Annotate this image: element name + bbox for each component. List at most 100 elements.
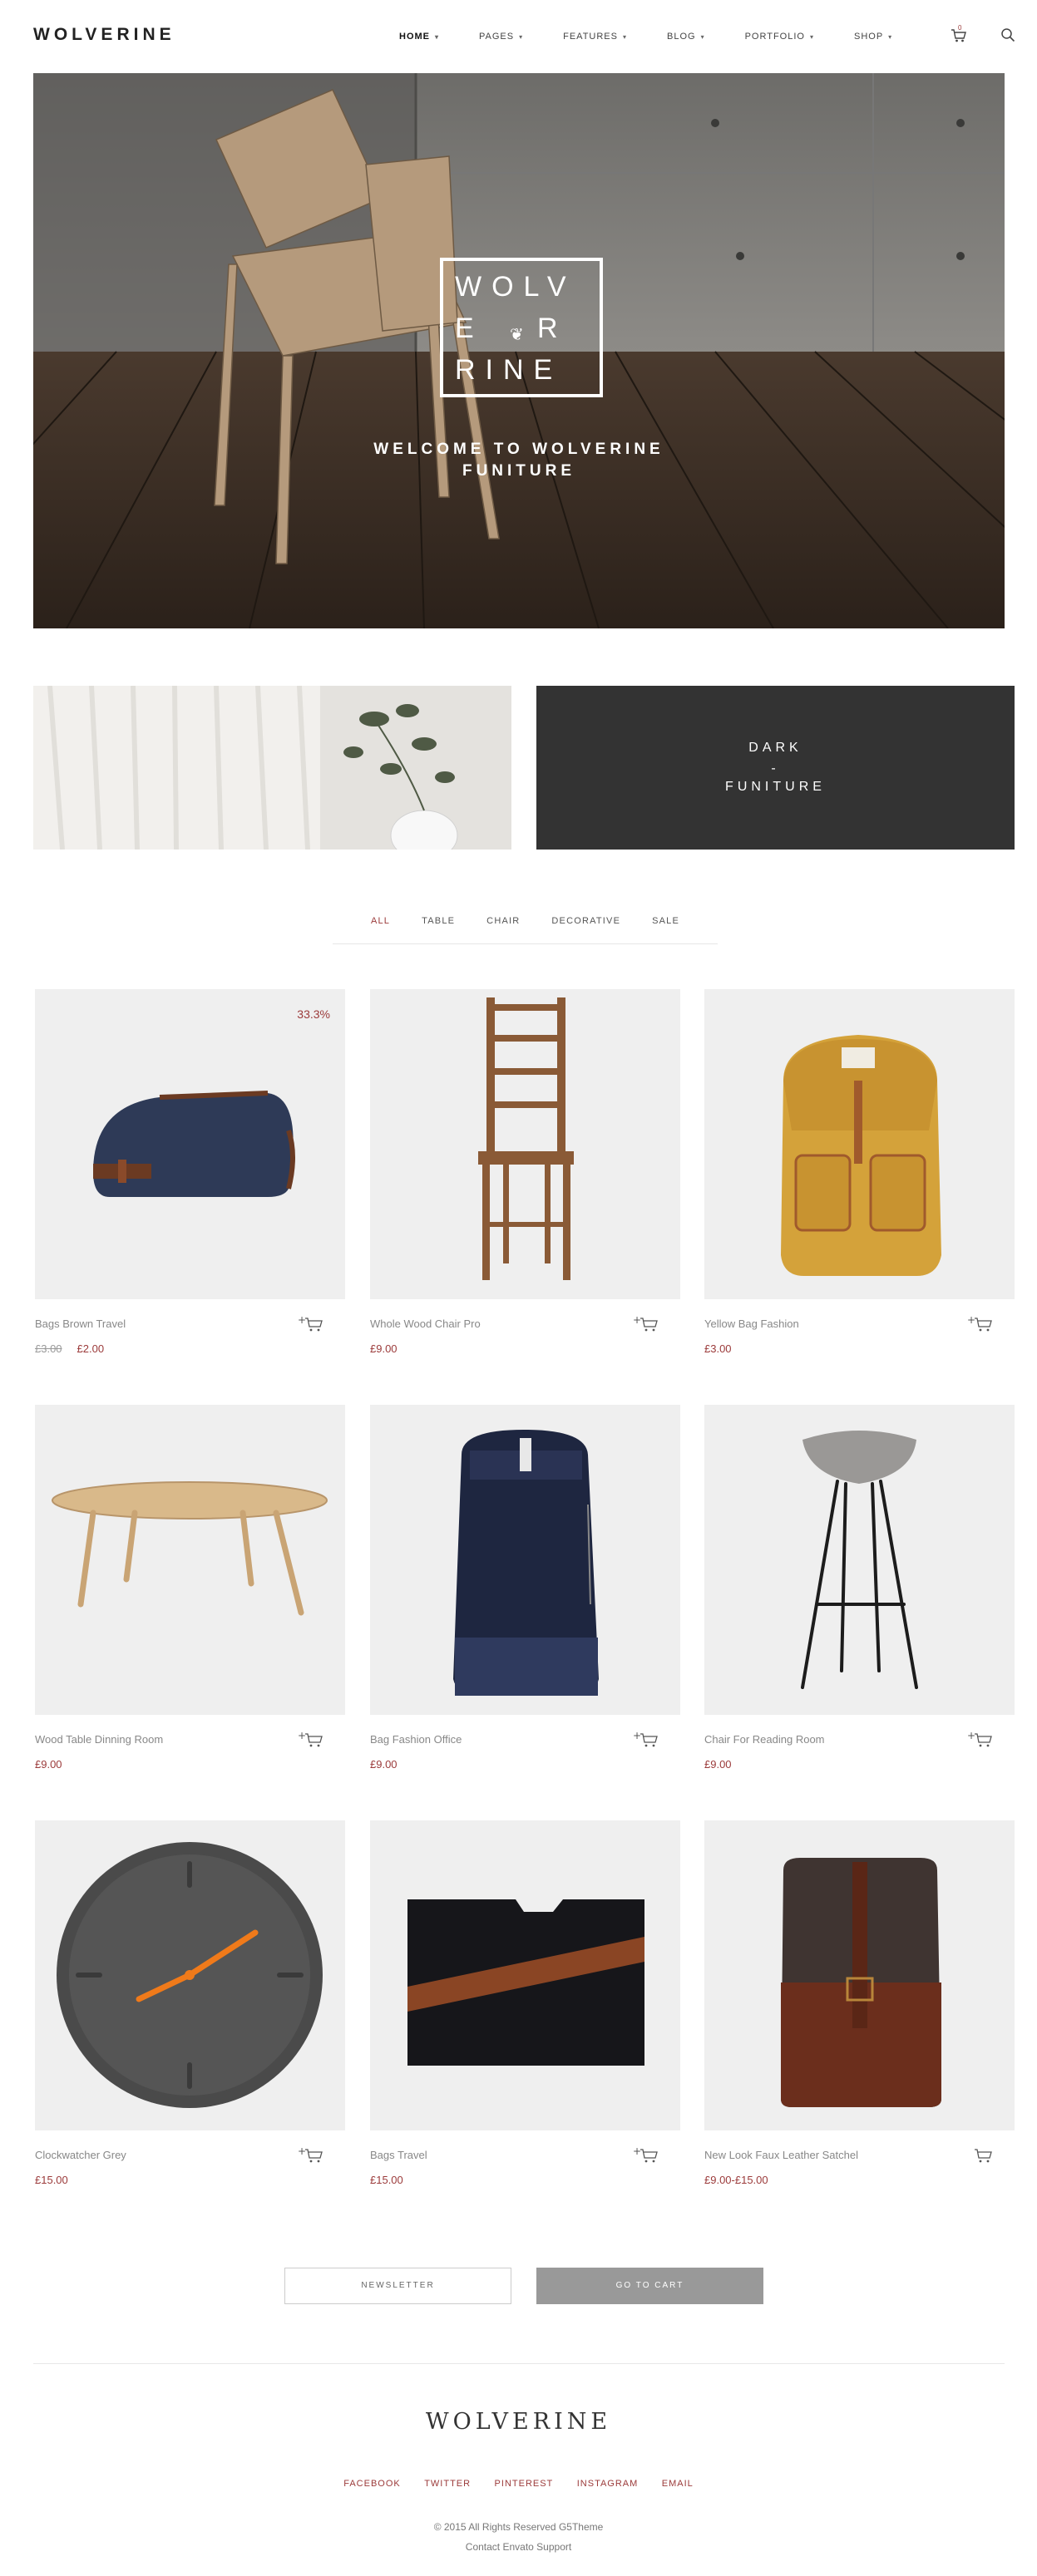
product-image[interactable]: [370, 1405, 680, 1715]
product-card[interactable]: Bag Fashion Office + £9.00: [370, 1405, 680, 1787]
curtain-plant-image: [33, 686, 511, 850]
nav-item-features[interactable]: FEATURES ▾: [563, 30, 627, 43]
banner-dark-funiture[interactable]: DARK - FUNITURE: [536, 686, 1015, 850]
product-name[interactable]: Bag Fashion Office: [370, 1733, 462, 1746]
chevron-down-icon: ▾: [435, 32, 440, 41]
product-name[interactable]: Whole Wood Chair Pro: [370, 1318, 481, 1330]
social-link-instagram[interactable]: INSTAGRAM: [577, 2479, 639, 2489]
product-image[interactable]: [704, 1405, 1015, 1715]
product-card[interactable]: Clockwatcher Grey + £15.00: [35, 1820, 345, 2203]
svg-text:+: +: [633, 1314, 641, 1326]
social-link-pinterest[interactable]: PINTEREST: [495, 2479, 554, 2489]
newsletter-button[interactable]: NEWSLETTER: [284, 2268, 511, 2304]
product-image[interactable]: [370, 989, 680, 1299]
product-name[interactable]: Chair For Reading Room: [704, 1733, 825, 1746]
nav-item-portfolio[interactable]: PORTFOLIO ▾: [745, 30, 814, 43]
nav-item-blog[interactable]: BLOG ▾: [667, 30, 705, 43]
cart-icon[interactable]: [951, 28, 967, 43]
product-name[interactable]: Bags Brown Travel: [35, 1318, 126, 1330]
leather-satchel-image: [704, 1820, 1015, 2130]
filter-chair[interactable]: CHAIR: [486, 913, 520, 943]
product-name[interactable]: Bags Travel: [370, 2149, 427, 2161]
product-name[interactable]: New Look Faux Leather Satchel: [704, 2149, 858, 2161]
product-price: £15.00: [370, 2174, 403, 2186]
social-link-facebook[interactable]: FACEBOOK: [343, 2479, 401, 2489]
product-price: £9.00: [370, 1758, 398, 1771]
svg-text:+: +: [633, 2145, 641, 2157]
filter-decorative[interactable]: DECORATIVE: [551, 913, 620, 943]
svg-text:+: +: [298, 1730, 306, 1741]
add-to-cart-icon[interactable]: +: [633, 1729, 659, 1749]
banner-decor-image[interactable]: [33, 686, 511, 850]
go-to-cart-button[interactable]: GO TO CART: [536, 2268, 763, 2304]
product-name[interactable]: Yellow Bag Fashion: [704, 1318, 799, 1330]
nav-item-shop[interactable]: SHOP ▾: [854, 30, 892, 43]
site-header: WOLVERINE HOME ▾ PAGES ▾ FEATURES ▾ BLOG ▾ P…: [0, 0, 1037, 73]
product-card[interactable]: Wood Table Dinning Room + £9.00: [35, 1405, 345, 1787]
sale-badge: 33.3%: [297, 1007, 330, 1021]
social-links: FACEBOOK TWITTER PINTEREST INSTAGRAM EMA…: [0, 2475, 1037, 2490]
hero-banner: WOLV E R ❦ RINE WELCOME TO WOLVERINE FUN…: [33, 73, 1005, 628]
chevron-down-icon: ▾: [888, 32, 893, 41]
product-price: £15.00: [35, 2174, 68, 2186]
product-filter-tabs: ALL TABLE CHAIR DECORATIVE SALE: [333, 913, 718, 944]
nav-item-home[interactable]: HOME ▾: [399, 30, 439, 43]
footer-divider: [33, 2363, 1005, 2364]
banner-dark-separator: -: [771, 761, 780, 776]
social-link-twitter[interactable]: TWITTER: [424, 2479, 471, 2489]
nav-item-pages[interactable]: PAGES ▾: [479, 30, 523, 43]
footer-logo[interactable]: WOLVERINE: [0, 2409, 1037, 2435]
product-price: £3.00: [704, 1342, 732, 1355]
chevron-down-icon: ▾: [622, 32, 627, 41]
add-to-cart-icon[interactable]: +: [967, 1313, 994, 1333]
old-price: £3.00: [35, 1342, 62, 1355]
product-price: £9.00: [35, 1758, 62, 1771]
wall-clock-image: [35, 1820, 345, 2130]
social-link-email[interactable]: EMAIL: [662, 2479, 694, 2489]
current-price: £2.00: [77, 1342, 105, 1355]
product-card[interactable]: Yellow Bag Fashion + £3.00: [704, 989, 1015, 1372]
product-image[interactable]: [370, 1820, 680, 2130]
filter-table[interactable]: TABLE: [422, 913, 455, 943]
cart-icon[interactable]: [967, 2145, 994, 2165]
chevron-down-icon: ▾: [700, 32, 705, 41]
yellow-backpack-image: [704, 989, 1015, 1299]
search-icon[interactable]: [1000, 27, 1015, 42]
product-image[interactable]: [704, 989, 1015, 1299]
product-card[interactable]: Bags Travel + £15.00: [370, 1820, 680, 2203]
filter-all[interactable]: ALL: [371, 913, 390, 943]
filter-sale[interactable]: SALE: [652, 913, 679, 943]
svg-text:+: +: [967, 1314, 975, 1326]
banner-dark-line2: FUNITURE: [725, 780, 826, 794]
hero-logo: WOLV E R ❦ RINE: [440, 258, 603, 397]
wood-table-image: [35, 1405, 345, 1715]
product-image[interactable]: [35, 1405, 345, 1715]
hero-welcome-line1: WELCOME TO WOLVERINE: [373, 441, 664, 458]
add-to-cart-icon[interactable]: +: [633, 2145, 659, 2165]
product-card[interactable]: Chair For Reading Room + £9.00: [704, 1405, 1015, 1787]
product-card[interactable]: 33.3% Bags Brown Travel + £3.00 £2.00: [35, 989, 345, 1372]
add-to-cart-icon[interactable]: +: [298, 1729, 324, 1749]
svg-text:+: +: [967, 1730, 975, 1741]
site-logo[interactable]: WOLVERINE: [33, 25, 175, 45]
product-price: £9.00: [704, 1758, 732, 1771]
chevron-down-icon: ▾: [809, 32, 814, 41]
navy-backpack-image: [370, 1405, 680, 1715]
product-image[interactable]: [35, 1820, 345, 2130]
product-name[interactable]: Clockwatcher Grey: [35, 2149, 126, 2161]
product-image[interactable]: 33.3%: [35, 989, 345, 1299]
add-to-cart-icon[interactable]: +: [298, 1313, 324, 1333]
copyright-text: © 2015 All Rights Reserved G5Theme: [433, 2521, 604, 2533]
add-to-cart-icon[interactable]: +: [298, 2145, 324, 2165]
support-link[interactable]: Contact Envato Support: [0, 2541, 1037, 2553]
product-card[interactable]: Whole Wood Chair Pro + £9.00: [370, 989, 680, 1372]
chevron-down-icon: ▾: [519, 32, 524, 41]
product-image[interactable]: [704, 1820, 1015, 2130]
product-name[interactable]: Wood Table Dinning Room: [35, 1733, 163, 1746]
add-to-cart-icon[interactable]: +: [967, 1729, 994, 1749]
wallet-image: [370, 1820, 680, 2130]
svg-text:+: +: [633, 1730, 641, 1741]
toiletry-bag-image: [35, 989, 345, 1299]
add-to-cart-icon[interactable]: +: [633, 1313, 659, 1333]
product-card[interactable]: New Look Faux Leather Satchel £9.00-£15.…: [704, 1820, 1015, 2203]
